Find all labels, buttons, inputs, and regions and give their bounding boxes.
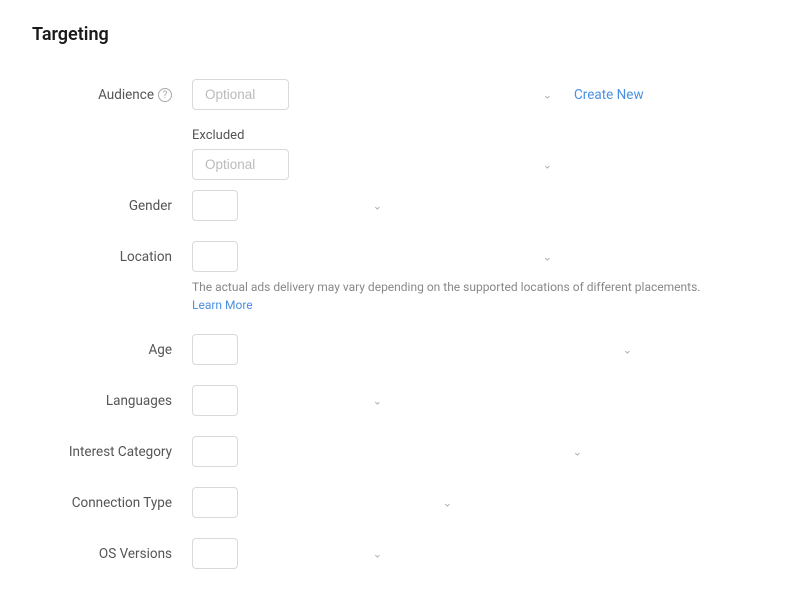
location-helper-text: The actual ads delivery may vary dependi…	[192, 278, 700, 314]
excluded-select[interactable]: Optional	[192, 149, 289, 180]
languages-chevron-icon: ⌄	[373, 394, 382, 407]
gender-input-col: ⌄	[192, 190, 768, 221]
age-row: Age ⌄	[32, 324, 768, 375]
audience-row: Audience ? Optional ⌄ Create New	[32, 69, 768, 120]
languages-row: Languages ⌄	[32, 375, 768, 426]
age-input-col: ⌄	[192, 334, 768, 365]
page-title: Targeting	[32, 24, 768, 45]
interest-category-label-col: Interest Category	[32, 436, 192, 460]
age-select-wrapper: ⌄	[192, 334, 642, 365]
location-select-wrapper: ⌄	[192, 241, 562, 272]
os-versions-row: OS Versions ⌄	[32, 528, 768, 579]
os-versions-input-col: ⌄	[192, 538, 768, 569]
os-versions-select-wrapper: ⌄	[192, 538, 392, 569]
interest-category-input-col: ⌄	[192, 436, 768, 467]
connection-type-select-wrapper: ⌄	[192, 487, 462, 518]
targeting-page: Targeting Audience ? Optional ⌄ Create N…	[0, 0, 800, 603]
age-label: Age	[148, 342, 172, 358]
languages-label: Languages	[106, 393, 172, 409]
connection-type-select[interactable]	[192, 487, 238, 518]
connection-type-label-col: Connection Type	[32, 487, 192, 511]
interest-category-row: Interest Category ⌄	[32, 426, 768, 477]
interest-category-label: Interest Category	[69, 444, 172, 460]
learn-more-link[interactable]: Learn More	[192, 298, 253, 312]
age-chevron-icon: ⌄	[623, 343, 632, 356]
excluded-select-wrapper: Optional ⌄	[192, 149, 562, 180]
interest-category-select[interactable]	[192, 436, 238, 467]
excluded-chevron-icon: ⌄	[543, 158, 552, 171]
gender-label: Gender	[129, 198, 172, 214]
os-versions-chevron-icon: ⌄	[373, 547, 382, 560]
languages-input-col: ⌄	[192, 385, 768, 416]
os-versions-select[interactable]	[192, 538, 238, 569]
location-label: Location	[120, 249, 172, 265]
os-versions-label: OS Versions	[99, 546, 172, 562]
languages-label-col: Languages	[32, 385, 192, 409]
excluded-section: Excluded Optional ⌄	[192, 128, 768, 180]
connection-type-label: Connection Type	[72, 495, 172, 511]
location-block: ⌄ The actual ads delivery may vary depen…	[192, 241, 700, 314]
connection-type-input-col: ⌄	[192, 487, 768, 518]
connection-type-chevron-icon: ⌄	[443, 496, 452, 509]
age-label-col: Age	[32, 334, 192, 358]
gender-row: Gender ⌄	[32, 180, 768, 231]
audience-label-col: Audience ?	[32, 79, 192, 103]
location-row: Location ⌄ The actual ads delivery may v…	[32, 231, 768, 324]
connection-type-row: Connection Type ⌄	[32, 477, 768, 528]
gender-label-col: Gender	[32, 190, 192, 214]
audience-help-icon[interactable]: ?	[158, 88, 172, 102]
targeting-form: Audience ? Optional ⌄ Create New Exclude…	[32, 69, 768, 579]
languages-select-wrapper: ⌄	[192, 385, 392, 416]
interest-category-select-wrapper: ⌄	[192, 436, 592, 467]
audience-select[interactable]: Optional	[192, 79, 289, 110]
os-versions-label-col: OS Versions	[32, 538, 192, 562]
audience-chevron-icon: ⌄	[543, 88, 552, 101]
location-label-col: Location	[32, 241, 192, 265]
interest-category-chevron-icon: ⌄	[573, 445, 582, 458]
create-new-link[interactable]: Create New	[574, 87, 644, 103]
location-chevron-icon: ⌄	[543, 250, 552, 263]
audience-select-wrapper: Optional ⌄	[192, 79, 562, 110]
location-select[interactable]	[192, 241, 238, 272]
gender-select[interactable]	[192, 190, 238, 221]
audience-label: Audience	[98, 87, 154, 103]
excluded-label: Excluded	[192, 128, 768, 143]
location-input-col: ⌄ The actual ads delivery may vary depen…	[192, 241, 768, 314]
age-select[interactable]	[192, 334, 238, 365]
gender-chevron-icon: ⌄	[373, 199, 382, 212]
languages-select[interactable]	[192, 385, 238, 416]
gender-select-wrapper: ⌄	[192, 190, 392, 221]
audience-input-col: Optional ⌄ Create New	[192, 79, 768, 110]
